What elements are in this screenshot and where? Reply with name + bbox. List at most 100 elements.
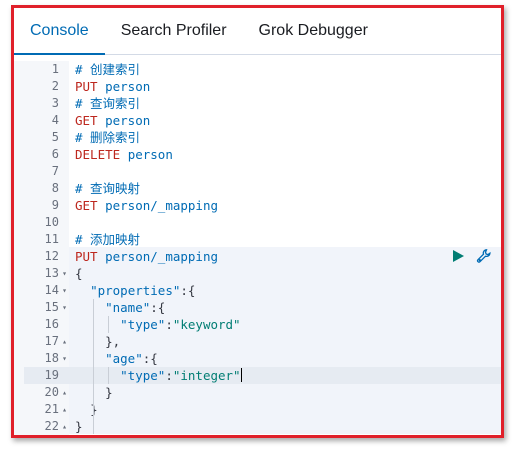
code-text: DELETE person (75, 146, 173, 163)
fold-open-icon[interactable]: ▾ (60, 282, 69, 299)
code-line[interactable]: 1 # 创建索引 (14, 61, 501, 78)
code-token: # 创建索引 (75, 62, 141, 77)
line-number: 6 (51, 147, 59, 161)
line-number: 20 (44, 385, 59, 399)
code-line[interactable]: 2 PUT person (14, 78, 501, 95)
code-token: person (105, 113, 151, 128)
fold-open-icon[interactable]: ▾ (60, 265, 69, 282)
code-line[interactable]: 20 ▴ } (14, 384, 501, 401)
code-token: # 添加映射 (75, 232, 141, 247)
play-icon[interactable] (449, 247, 467, 264)
line-number: 9 (51, 198, 59, 212)
tab-search-profiler[interactable]: Search Profiler (105, 8, 243, 54)
code-line[interactable]: 3 # 查询索引 (14, 95, 501, 112)
code-text: }, (75, 333, 120, 350)
line-number: 5 (51, 130, 59, 144)
wrench-icon[interactable] (475, 247, 493, 264)
code-line[interactable]: 21▴ } (14, 401, 501, 418)
fold-open-icon[interactable]: ▾ (60, 350, 69, 367)
code-line[interactable]: 16 "type":"keyword" (14, 316, 501, 333)
code-token: "integer" (172, 368, 241, 383)
line-number: 8 (51, 181, 59, 195)
code-token: } (75, 419, 83, 434)
code-token: : (165, 368, 173, 383)
code-text: "name":{ (75, 299, 165, 316)
code-text: } (75, 401, 98, 418)
code-token: # 删除索引 (75, 130, 141, 145)
code-token: : (165, 317, 173, 332)
code-line[interactable]: 22 ▴} (14, 418, 501, 435)
code-text: "type":"keyword" (75, 316, 241, 333)
code-line[interactable]: 9 GET person/_mapping (14, 197, 501, 214)
code-line[interactable]: 18 ▾ "age":{ (14, 350, 501, 367)
code-token: person/_mapping (105, 249, 218, 264)
code-token: :{ (150, 300, 166, 315)
fold-open-icon[interactable]: ▾ (60, 299, 69, 316)
line-number: 19 (44, 368, 59, 382)
dev-tools-tabs: Console Search Profiler Grok Debugger (14, 8, 501, 55)
line-number: 17 (44, 334, 59, 348)
line-number: 15 (44, 300, 59, 314)
code-token: { (75, 266, 83, 281)
code-text: # 查询映射 (75, 180, 140, 197)
code-text: GET person (75, 112, 150, 129)
line-number: 1 (51, 62, 59, 76)
code-token: person/_mapping (105, 198, 218, 213)
request-actions (449, 247, 493, 264)
code-line[interactable]: 10 (14, 214, 501, 231)
code-token: } (105, 385, 113, 400)
indent-guide (108, 367, 109, 384)
line-number: 18 (44, 351, 59, 365)
tab-console[interactable]: Console (14, 8, 105, 55)
code-text: # 删除索引 (75, 129, 140, 146)
code-line[interactable]: 14 ▾ "properties":{ (14, 282, 501, 299)
code-text: } (75, 418, 83, 435)
code-line[interactable]: 11 # 添加映射 (14, 231, 501, 248)
code-text: # 创建索引 (75, 61, 140, 78)
text-cursor (240, 368, 242, 382)
line-number: 3 (51, 96, 59, 110)
code-line[interactable]: 4 GET person (14, 112, 501, 129)
line-number: 13 (44, 266, 59, 280)
code-token: GET (75, 113, 106, 128)
code-token: "age" (105, 351, 143, 366)
line-number: 22 (44, 419, 59, 433)
code-line[interactable]: 19 "type":"integer" (14, 367, 501, 384)
code-token: DELETE (75, 147, 128, 162)
indent-guide (108, 316, 109, 333)
code-line[interactable]: 17 ▴ }, (14, 333, 501, 350)
line-number: 7 (51, 164, 59, 178)
fold-close-icon[interactable]: ▴ (60, 418, 69, 435)
fold-close-icon[interactable]: ▴ (60, 401, 69, 418)
code-token: "name" (105, 300, 151, 315)
console-editor[interactable]: 1 # 创建索引 2 PUT person 3 # 查询索引 4 GET person 5 # 删… (14, 61, 501, 435)
code-text: { (75, 265, 83, 282)
code-line[interactable]: 5 # 删除索引 (14, 129, 501, 146)
code-token: :{ (142, 351, 158, 366)
code-line[interactable]: 7 (14, 163, 501, 180)
line-number: 10 (44, 215, 59, 229)
line-number: 12 (44, 249, 59, 263)
code-line[interactable]: 12 PUT person/_mapping (14, 248, 501, 265)
tab-grok-debugger[interactable]: Grok Debugger (243, 8, 384, 54)
code-token: "keyword" (172, 317, 241, 332)
line-number: 2 (51, 79, 59, 93)
code-line[interactable]: 15 ▾ "name":{ (14, 299, 501, 316)
code-text: PUT person/_mapping (75, 248, 218, 265)
code-line[interactable]: 6 DELETE person (14, 146, 501, 163)
line-number: 11 (44, 232, 59, 246)
fold-close-icon[interactable]: ▴ (60, 333, 69, 350)
code-line[interactable]: 8 # 查询映射 (14, 180, 501, 197)
line-number: 21 (44, 402, 59, 416)
code-token: PUT (75, 249, 106, 264)
line-number: 4 (51, 113, 59, 127)
code-line[interactable]: 13 ▾ { (14, 265, 501, 282)
fold-close-icon[interactable]: ▴ (60, 384, 69, 401)
code-text: PUT person (75, 78, 150, 95)
code-token: :{ (180, 283, 196, 298)
